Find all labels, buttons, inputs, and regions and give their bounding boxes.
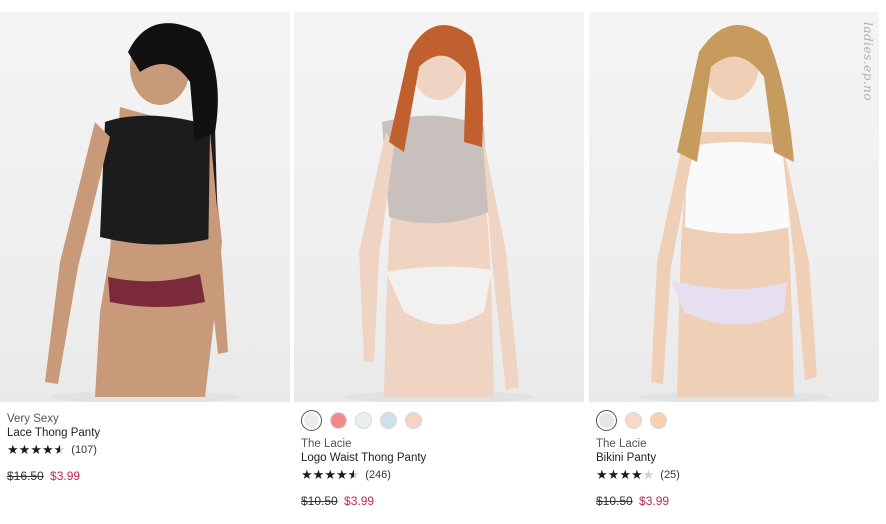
color-swatch[interactable] bbox=[405, 412, 422, 429]
product-grid: Very Sexy Lace Thong Panty ★ ★ ★ ★ ★ (10… bbox=[0, 0, 886, 524]
star-icon: ★ bbox=[18, 442, 31, 457]
color-swatch[interactable] bbox=[301, 410, 322, 431]
star-icon: ★ bbox=[30, 442, 42, 457]
star-icon: ★ bbox=[619, 467, 631, 482]
product-price: $16.50 $3.99 bbox=[7, 469, 290, 483]
color-swatch[interactable] bbox=[625, 412, 642, 429]
product-collection: The Lacie bbox=[596, 438, 647, 450]
color-swatches bbox=[301, 410, 584, 431]
star-rating: ★ ★ ★ ★ ★ bbox=[7, 443, 65, 456]
product-name-link[interactable]: Lace Thong Panty bbox=[7, 426, 290, 441]
review-count[interactable]: (25) bbox=[660, 469, 680, 481]
color-swatch[interactable] bbox=[330, 412, 347, 429]
sale-price: $3.99 bbox=[639, 494, 670, 508]
sale-price: $3.99 bbox=[344, 494, 375, 508]
product-rating: ★ ★ ★ ★ ★ (107) bbox=[7, 442, 290, 457]
watermark-text: ladies.ep.no bbox=[861, 22, 875, 102]
color-swatch[interactable] bbox=[596, 410, 617, 431]
product-image[interactable]: ladies.ep.no bbox=[589, 12, 879, 402]
product-collection: Very Sexy bbox=[7, 413, 59, 425]
sale-price: $3.99 bbox=[50, 469, 81, 483]
original-price: $10.50 bbox=[596, 494, 633, 508]
product-name-link[interactable]: Logo Waist Thong Panty bbox=[301, 451, 584, 466]
product-price: $10.50 $3.99 bbox=[596, 494, 879, 508]
review-count[interactable]: (107) bbox=[71, 444, 97, 456]
star-icon: ★ bbox=[41, 442, 54, 457]
star-icon: ★ bbox=[312, 467, 325, 482]
star-half-icon: ★ bbox=[53, 442, 66, 457]
product-collection: The Lacie bbox=[301, 438, 352, 450]
star-icon: ★ bbox=[607, 467, 620, 482]
star-icon: ★ bbox=[596, 467, 608, 482]
star-icon: ★ bbox=[7, 442, 19, 457]
product-price: $10.50 $3.99 bbox=[301, 494, 584, 508]
star-icon: ★ bbox=[301, 467, 313, 482]
product-name-link[interactable]: Bikini Panty bbox=[596, 451, 879, 466]
color-swatch[interactable] bbox=[380, 412, 397, 429]
star-icon: ★ bbox=[630, 467, 643, 482]
original-price: $10.50 bbox=[301, 494, 338, 508]
product-card[interactable]: The Lacie Logo Waist Thong Panty ★ ★ ★ ★… bbox=[294, 12, 584, 508]
star-rating: ★ ★ ★ ★ ★ bbox=[301, 468, 359, 481]
star-icon: ★ bbox=[324, 467, 336, 482]
star-icon: ★ bbox=[335, 467, 348, 482]
product-rating: ★ ★ ★ ★ ★ (25) bbox=[596, 467, 879, 482]
star-rating: ★ ★ ★ ★ ★ bbox=[596, 468, 654, 481]
star-half-icon: ★ bbox=[347, 467, 360, 482]
product-card[interactable]: Very Sexy Lace Thong Panty ★ ★ ★ ★ ★ (10… bbox=[0, 12, 290, 483]
original-price: $16.50 bbox=[7, 469, 44, 483]
review-count[interactable]: (246) bbox=[365, 469, 391, 481]
product-rating: ★ ★ ★ ★ ★ (246) bbox=[301, 467, 584, 482]
product-card[interactable]: ladies.ep.no The Lacie Bikini Panty ★ ★ … bbox=[589, 12, 879, 508]
star-empty-icon: ★ bbox=[642, 467, 655, 482]
color-swatches bbox=[596, 410, 879, 431]
product-image[interactable] bbox=[294, 12, 584, 402]
color-swatch[interactable] bbox=[355, 412, 372, 429]
color-swatch[interactable] bbox=[650, 412, 667, 429]
product-image[interactable] bbox=[0, 12, 290, 402]
